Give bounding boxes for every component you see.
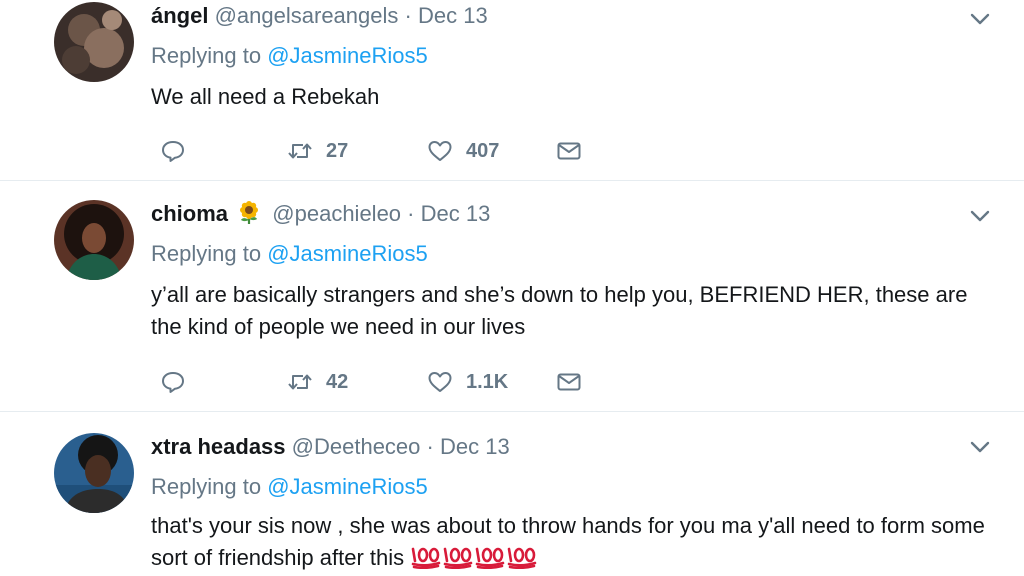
tweet-date[interactable]: Dec 13 <box>421 201 491 226</box>
retweet-button[interactable]: 42 <box>286 366 348 398</box>
retweet-icon <box>288 143 312 159</box>
tweet-header: ángel @angelsareangels · Dec 13 <box>151 2 488 30</box>
sunflower-emoji-icon <box>240 201 259 224</box>
separator: · <box>404 3 412 28</box>
tweet-1[interactable]: ángel @angelsareangels · Dec 13 Replying… <box>0 0 1024 180</box>
mention-link[interactable]: @JasmineRios5 <box>267 43 428 68</box>
replying-to: Replying to @JasmineRios5 <box>151 473 428 501</box>
replying-to: Replying to @JasmineRios5 <box>151 240 428 268</box>
user-handle[interactable]: @peachieleo <box>272 201 401 226</box>
like-button[interactable]: 407 <box>426 135 499 167</box>
replying-to-label: Replying to <box>151 43 262 68</box>
retweet-button[interactable]: 27 <box>286 135 348 167</box>
envelope-icon <box>557 142 581 160</box>
replying-to-label: Replying to <box>151 474 262 499</box>
reply-button[interactable] <box>159 366 187 398</box>
like-button[interactable]: 1.1K <box>426 366 508 398</box>
reply-icon <box>162 141 184 162</box>
retweet-icon <box>288 374 312 390</box>
heart-icon <box>428 372 452 392</box>
retweet-count: 42 <box>326 370 349 393</box>
tweet-actions: 27 407 <box>151 135 611 167</box>
tweet-header: xtra headass @Deetheceo · Dec 13 <box>151 433 510 461</box>
reply-icon <box>162 372 184 393</box>
tweet-2[interactable]: chioma @peachieleo · Dec 13 Replying to … <box>0 181 1024 411</box>
user-handle[interactable]: @angelsareangels <box>215 3 399 28</box>
tweet-header: chioma @peachieleo · Dec 13 <box>151 200 490 228</box>
display-name[interactable]: xtra headass <box>151 434 286 459</box>
heart-icon <box>428 141 452 161</box>
reply-button[interactable] <box>159 135 187 167</box>
like-count: 407 <box>466 139 500 162</box>
chevron-down-icon[interactable] <box>968 435 992 459</box>
direct-message-button[interactable] <box>555 366 583 398</box>
hundred-points-emoji-icon <box>411 547 537 570</box>
replying-to: Replying to @JasmineRios5 <box>151 42 428 70</box>
tweet-date[interactable]: Dec 13 <box>440 434 510 459</box>
avatar[interactable] <box>54 200 134 280</box>
tweet-text: y’all are basically strangers and she’s … <box>151 282 968 339</box>
tweet-date[interactable]: Dec 13 <box>418 3 488 28</box>
direct-message-button[interactable] <box>555 135 583 167</box>
tweet-3[interactable]: xtra headass @Deetheceo · Dec 13 Replyin… <box>0 412 1024 576</box>
tweet-actions: 42 1.1K <box>151 366 611 398</box>
avatar[interactable] <box>54 2 134 82</box>
mention-link[interactable]: @JasmineRios5 <box>267 474 428 499</box>
mention-link[interactable]: @JasmineRios5 <box>267 241 428 266</box>
tweet-text: We all need a Rebekah <box>151 84 380 109</box>
separator: · <box>426 434 434 459</box>
chevron-down-icon[interactable] <box>968 204 992 228</box>
chevron-down-icon[interactable] <box>968 7 992 31</box>
like-count: 1.1K <box>466 370 509 393</box>
user-handle[interactable]: @Deetheceo <box>292 434 421 459</box>
envelope-icon <box>557 373 581 391</box>
display-name[interactable]: ángel <box>151 3 208 28</box>
avatar[interactable] <box>54 433 134 513</box>
display-name[interactable]: chioma <box>151 201 228 226</box>
replying-to-label: Replying to <box>151 241 262 266</box>
reply-feed: ángel @angelsareangels · Dec 13 Replying… <box>0 0 1024 576</box>
retweet-count: 27 <box>326 139 349 162</box>
tweet-text: that's your sis now , she was about to t… <box>151 513 985 570</box>
tweet-text-block: that's your sis now , she was about to t… <box>151 510 1001 574</box>
separator: · <box>407 201 415 226</box>
